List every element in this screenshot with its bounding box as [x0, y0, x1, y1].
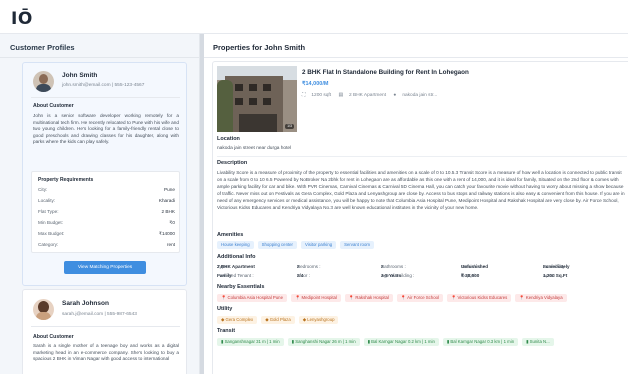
amenity-chip: House keeping: [217, 241, 254, 249]
customer-card-john-smith[interactable]: John Smith john.smith@email.com | 555-12…: [22, 62, 187, 286]
additional-info-heading: Additional Info: [217, 254, 256, 260]
top-bar: IŌ: [0, 0, 628, 34]
panel-header-divider: [204, 57, 628, 58]
view-matching-properties-button[interactable]: View Matching Properties: [64, 261, 146, 274]
location-pin-icon: ●: [393, 93, 397, 98]
transit-list: ▮ Sanganshnagar 31 m | 1 min ▮ Sanghansh…: [217, 338, 554, 346]
additional-info-row: Preferred Tenant : Family Floor : 2/4 Ag…: [217, 273, 568, 278]
nearby-chip: 📍 Air Force School: [396, 294, 443, 302]
property-price: ₹14,000/M: [302, 81, 329, 87]
avatar: [33, 71, 54, 92]
requirement-row: City: Pune: [38, 187, 175, 192]
requirement-row: Flat Type: 2 BHK: [38, 209, 175, 214]
description-text: Livability Score is a measure of proximi…: [217, 170, 625, 210]
requirement-row: Min Budget: ₹0: [38, 220, 175, 225]
about-customer-heading: About Customer: [33, 103, 74, 109]
section-divider: [217, 156, 627, 157]
property-requirements-heading: Property Requirements: [38, 177, 94, 183]
property-photo[interactable]: 1/3: [217, 66, 297, 132]
description-heading: Description: [217, 160, 248, 166]
amenities-heading: Amenities: [217, 232, 244, 238]
requirement-row: Max Budget: ₹14000: [38, 231, 175, 236]
amenity-chip: Servant room: [340, 241, 374, 249]
customer-contact: sarah.j@email.com | 555-987-6543: [62, 312, 137, 317]
transit-heading: Transit: [217, 328, 236, 334]
customer-name: Sarah Johnson: [62, 300, 109, 307]
nearby-chip: 📍 Victorious Kidss Educares: [446, 294, 512, 302]
transit-chip: ▮ Bal Karngar Nagar 0.3 km | 1 min: [442, 338, 519, 346]
area-icon: ⛶: [302, 93, 306, 98]
nearby-chip: 📍 Medipoint Hospital: [290, 294, 341, 302]
utility-chip: ◆ Gera Complex: [217, 316, 258, 324]
nearby-list: 📍 Columbia Asia Hospital Pune 📍 Medipoin…: [217, 294, 567, 302]
nearby-chip: 📍 Columbia Asia Hospital Pune: [217, 294, 287, 302]
customer-card-sarah-johnson[interactable]: Sarah Johnson sarah.j@email.com | 555-98…: [22, 289, 187, 374]
customer-name: John Smith: [62, 72, 98, 79]
property-area: 1200 sqft: [311, 93, 332, 98]
bed-icon: ▤: [338, 93, 343, 98]
utility-list: ◆ Gera Complex ◆ Gold Plaza ◆ Lenyashgro…: [217, 316, 339, 324]
card-divider: [31, 97, 180, 98]
customer-profiles-title: Customer Profiles: [10, 43, 75, 52]
property-requirements-box: Property Requirements City: Pune Locality…: [31, 171, 180, 253]
requirement-row: Category: rent: [38, 242, 175, 247]
property-location-short: nakoda jain str...: [402, 93, 438, 98]
amenity-chip: Visitor parking: [300, 241, 337, 249]
about-customer-heading: About Customer: [33, 334, 74, 340]
location-text: nakoda jain street near durga hotel: [217, 146, 292, 151]
transit-chip: ▮ Sanganshnagar 31 m | 1 min: [217, 338, 284, 346]
requirement-row: Locality: Kharadi: [38, 198, 175, 203]
about-customer-text: John is a senior software developer work…: [33, 113, 179, 145]
amenity-chip: Shopping center: [257, 241, 297, 249]
avatar: [33, 299, 54, 320]
panel-header-divider: [0, 57, 199, 58]
about-customer-text: Sarah is a single mother of a teenage bo…: [33, 343, 179, 362]
additional-info-row: Type : 2 BHK Apartment Bedrooms : 2 Bath…: [217, 264, 570, 269]
location-heading: Location: [217, 136, 240, 142]
property-title: 2 BHK Flat In Standalone Building for Re…: [302, 69, 469, 76]
nearby-essentials-heading: Nearby Essentials: [217, 284, 265, 290]
app-logo[interactable]: IŌ: [11, 9, 33, 29]
properties-title: Properties for John Smith: [213, 43, 306, 52]
amenities-list: House keeping Shopping center Visitor pa…: [217, 241, 374, 249]
transit-chip: ▮ Sanghanshi Nagar 26 m | 1 min: [287, 338, 360, 346]
properties-panel: Properties for John Smith 1/3 2 BHK Flat…: [204, 34, 628, 374]
nearby-chip: 📍 Kendriya Vidyalaya: [515, 294, 567, 302]
transit-chip: ▮ Bal Karngar Nagar 0.2 km | 1 min: [363, 338, 439, 346]
property-card[interactable]: 1/3 2 BHK Flat In Standalone Building fo…: [212, 61, 628, 374]
property-type: 2 BHK Apartment: [349, 93, 387, 98]
utility-chip: ◆ Lenyashgroup: [298, 316, 339, 324]
utility-heading: Utility: [217, 306, 233, 312]
photo-count-badge: 1/3: [285, 124, 294, 129]
nearby-chip: 📍 Rakshak Hospital: [344, 294, 393, 302]
customer-contact: john.smith@email.com | 555-123-4567: [62, 83, 145, 88]
property-meta: ⛶ 1200 sqft ▤ 2 BHK Apartment ● nakoda jain…: [302, 92, 443, 98]
card-divider: [31, 326, 180, 327]
utility-chip: ◆ Gold Plaza: [261, 316, 295, 324]
transit-chip: ▮ Sunita N...: [522, 338, 554, 346]
